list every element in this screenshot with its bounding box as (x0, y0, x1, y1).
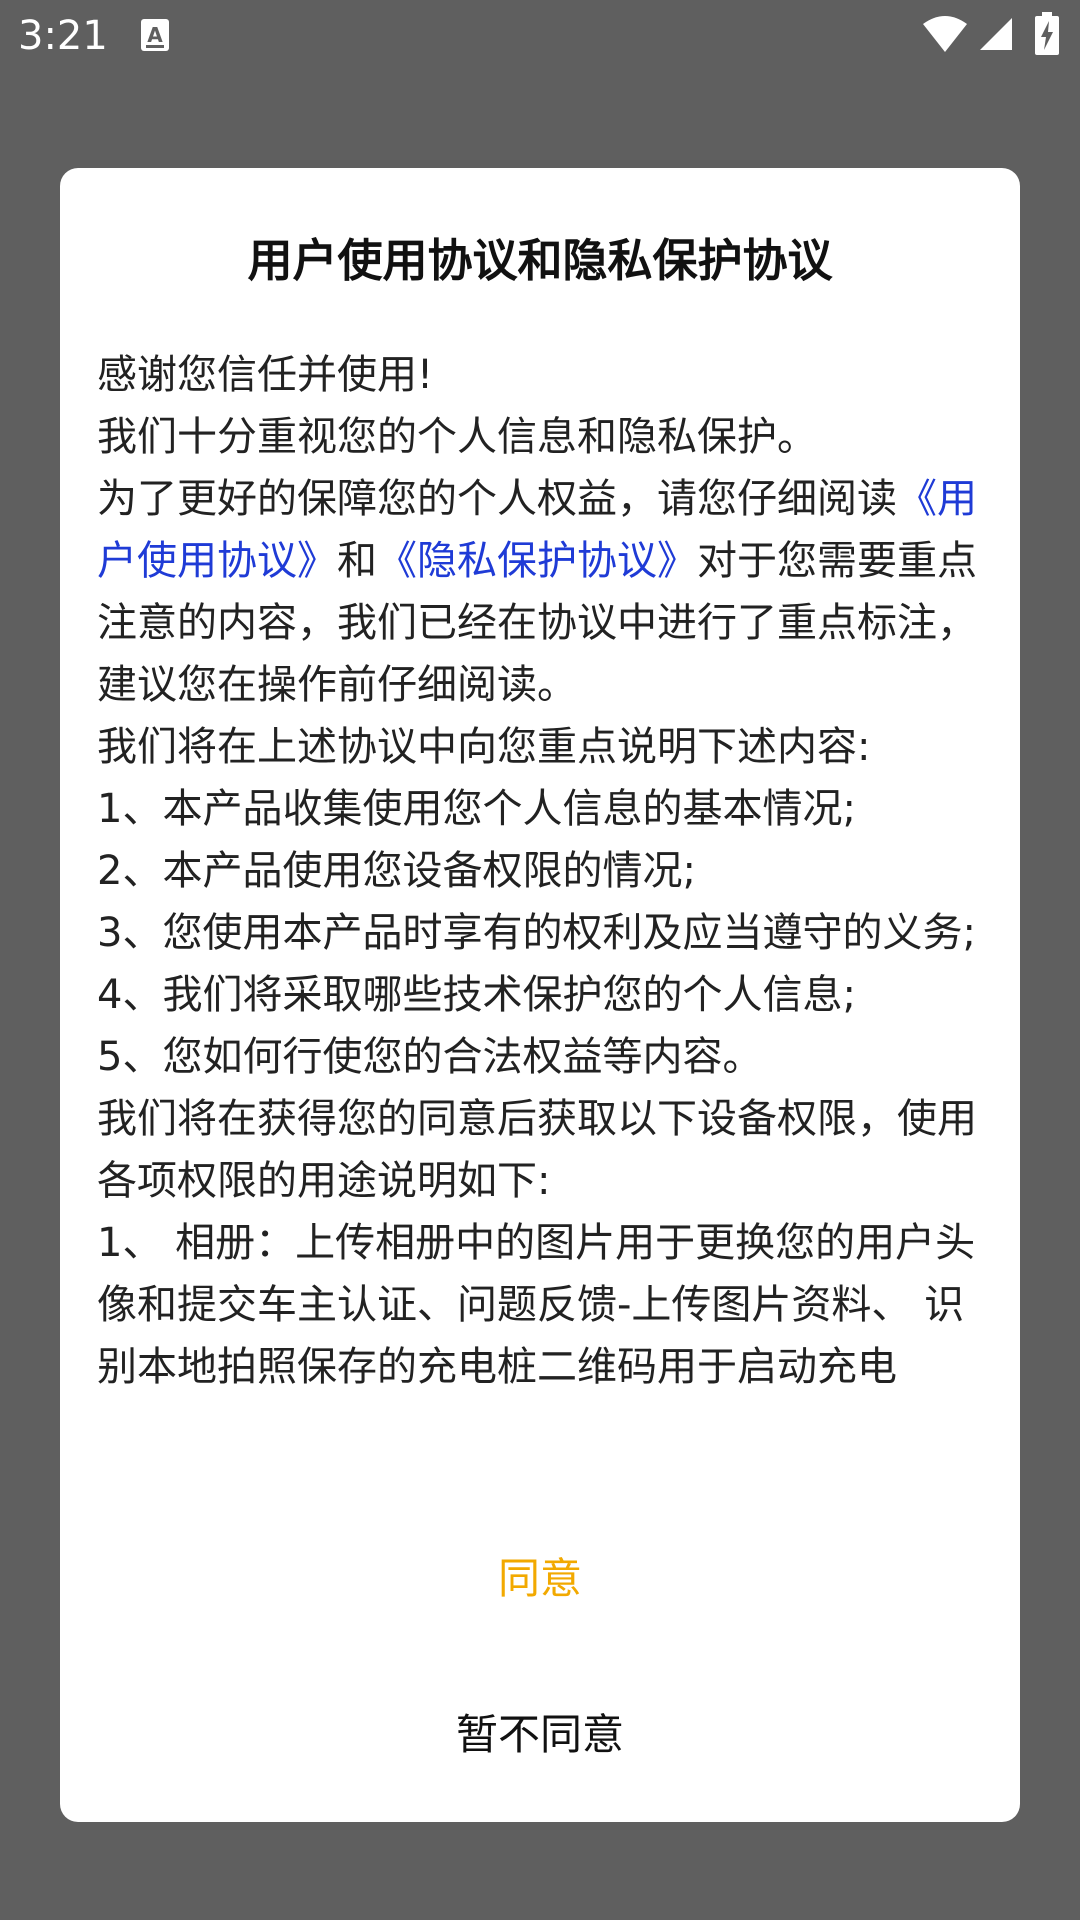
list-item: 4、我们将采取哪些技术保护您的个人信息; (97, 972, 856, 1018)
body-line: 我们十分重视您的个人信息和隐私保护。 (97, 414, 817, 460)
list-item: 2、本产品使用您设备权限的情况; (97, 848, 696, 894)
wifi-icon (923, 16, 967, 52)
agree-button[interactable]: 同意 (60, 1524, 1020, 1634)
disagree-button[interactable]: 暂不同意 (60, 1680, 1020, 1790)
status-time: 3:21 (18, 13, 108, 59)
status-bar: 3:21 A (0, 0, 1080, 72)
list-item: 3、您使用本产品时享有的权利及应当遵守的义务; (97, 910, 976, 956)
notification-a-icon: A (141, 19, 169, 51)
body-line: 我们将在上述协议中向您重点说明下述内容: (97, 724, 871, 770)
list-item: 5、您如何行使您的合法权益等内容。 (97, 1034, 763, 1080)
body-line: 我们将在获得您的同意后获取以下设备权限，使用各项权限的用途说明如下: (97, 1096, 977, 1204)
dialog-body[interactable]: 感谢您信任并使用! 我们十分重视您的个人信息和隐私保护。 为了更好的保障您的个人… (97, 344, 987, 1640)
svg-text:A: A (147, 23, 163, 47)
list-item: 1、 相册：上传相册中的图片用于更换您的用户头像和提交车主认证、问题反馈-上传图… (97, 1220, 976, 1390)
body-text: 和 (337, 538, 377, 584)
body-paragraph: 为了更好的保障您的个人权益，请您仔细阅读《用户使用协议》和《隐私保护协议》对于您… (97, 468, 987, 716)
signal-icon (980, 18, 1012, 50)
body-text: 为了更好的保障您的个人权益，请您仔细阅读 (97, 476, 897, 522)
body-line: 感谢您信任并使用! (97, 352, 434, 398)
battery-charging-icon (1035, 12, 1059, 55)
privacy-dialog: 用户使用协议和隐私保护协议 感谢您信任并使用! 我们十分重视您的个人信息和隐私保… (60, 168, 1020, 1822)
list-item: 1、本产品收集使用您个人信息的基本情况; (97, 786, 856, 832)
privacy-agreement-link[interactable]: 《隐私保护协议》 (377, 538, 697, 584)
dialog-title: 用户使用协议和隐私保护协议 (247, 234, 833, 287)
